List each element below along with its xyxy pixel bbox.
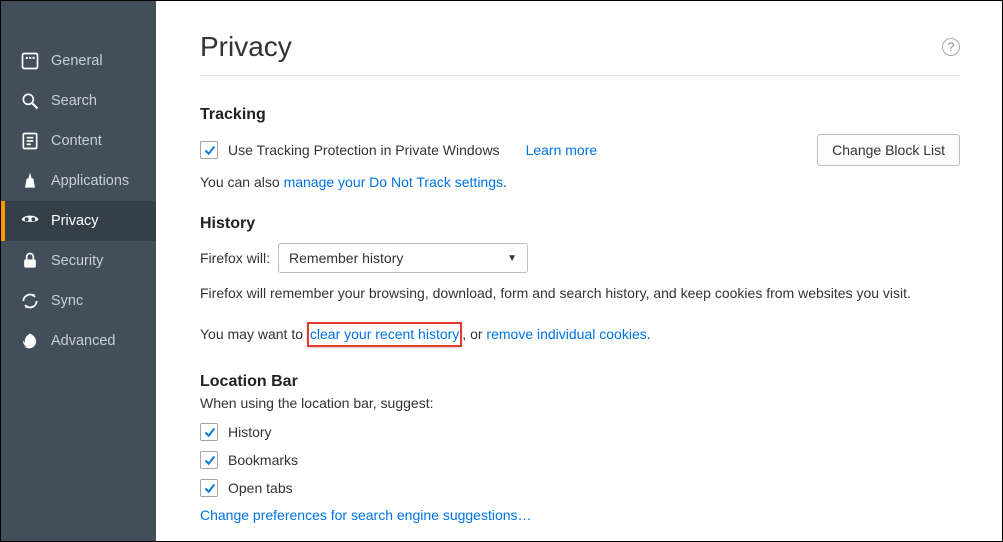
clear-history-highlight: clear your recent history bbox=[307, 322, 462, 347]
content-icon bbox=[19, 130, 41, 152]
help-button[interactable]: ? bbox=[942, 38, 960, 56]
sidebar-item-applications[interactable]: Applications bbox=[1, 161, 156, 201]
tracking-section: Tracking Use Tracking Protection in Priv… bbox=[200, 106, 960, 193]
history-select-value: Remember history bbox=[289, 250, 403, 266]
general-icon bbox=[19, 50, 41, 72]
change-block-list-button[interactable]: Change Block List bbox=[817, 134, 960, 166]
location-bar-description: When using the location bar, suggest: bbox=[200, 395, 960, 411]
page-title: Privacy bbox=[200, 31, 292, 63]
sidebar-item-label: Sync bbox=[51, 293, 83, 309]
privacy-icon bbox=[19, 210, 41, 232]
sidebar-item-label: Security bbox=[51, 253, 103, 269]
locbar-bookmarks-label: Bookmarks bbox=[228, 452, 298, 468]
location-bar-heading: Location Bar bbox=[200, 373, 960, 391]
search-engine-suggestions-link[interactable]: Change preferences for search engine sug… bbox=[200, 507, 532, 523]
sidebar-item-label: Privacy bbox=[51, 213, 99, 229]
sidebar-item-security[interactable]: Security bbox=[1, 241, 156, 281]
sidebar-item-content[interactable]: Content bbox=[1, 121, 156, 161]
history-section: History Firefox will: Remember history ▼… bbox=[200, 215, 960, 347]
locbar-opentabs-checkbox[interactable] bbox=[200, 479, 218, 497]
sidebar-item-search[interactable]: Search bbox=[1, 81, 156, 121]
tracking-protection-label: Use Tracking Protection in Private Windo… bbox=[228, 142, 500, 158]
dnt-text: You can also manage your Do Not Track se… bbox=[200, 172, 960, 193]
title-separator bbox=[200, 75, 960, 76]
applications-icon bbox=[19, 170, 41, 192]
sidebar-item-label: Content bbox=[51, 133, 102, 149]
main-content: Privacy ? Tracking Use Tracking Protecti… bbox=[156, 1, 1002, 541]
sidebar-item-general[interactable]: General bbox=[1, 41, 156, 81]
advanced-icon bbox=[19, 330, 41, 352]
sidebar-item-label: Search bbox=[51, 93, 97, 109]
sidebar-item-label: Advanced bbox=[51, 333, 116, 349]
locbar-opentabs-label: Open tabs bbox=[228, 480, 293, 496]
tracking-protection-checkbox[interactable] bbox=[200, 141, 218, 159]
history-mode-select[interactable]: Remember history ▼ bbox=[278, 243, 528, 273]
tracking-heading: Tracking bbox=[200, 106, 960, 124]
sidebar: General Search Content Applications Priv… bbox=[1, 1, 156, 541]
sidebar-item-advanced[interactable]: Advanced bbox=[1, 321, 156, 361]
chevron-down-icon: ▼ bbox=[507, 253, 517, 264]
history-prefix: Firefox will: bbox=[200, 250, 270, 266]
security-icon bbox=[19, 250, 41, 272]
history-description: Firefox will remember your browsing, dow… bbox=[200, 283, 960, 304]
learn-more-link[interactable]: Learn more bbox=[526, 142, 598, 158]
manage-dnt-link[interactable]: manage your Do Not Track settings bbox=[284, 174, 503, 190]
sidebar-item-label: Applications bbox=[51, 173, 129, 189]
locbar-history-checkbox[interactable] bbox=[200, 423, 218, 441]
location-bar-section: Location Bar When using the location bar… bbox=[200, 373, 960, 523]
search-icon bbox=[19, 90, 41, 112]
remove-individual-cookies-link[interactable]: remove individual cookies bbox=[486, 326, 646, 342]
clear-recent-history-link[interactable]: clear your recent history bbox=[310, 326, 459, 342]
sync-icon bbox=[19, 290, 41, 312]
sidebar-item-privacy[interactable]: Privacy bbox=[1, 201, 156, 241]
locbar-history-label: History bbox=[228, 424, 272, 440]
history-links-text: You may want to clear your recent histor… bbox=[200, 322, 960, 347]
history-heading: History bbox=[200, 215, 960, 233]
locbar-bookmarks-checkbox[interactable] bbox=[200, 451, 218, 469]
sidebar-item-sync[interactable]: Sync bbox=[1, 281, 156, 321]
sidebar-item-label: General bbox=[51, 53, 103, 69]
